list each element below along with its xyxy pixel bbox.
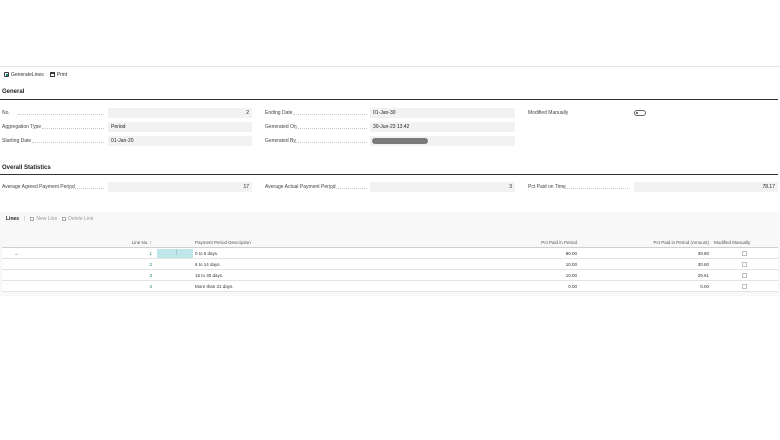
lines-toolbar-separator: |: [24, 216, 26, 222]
avg-agreed-field: Average Agreed Payment Period: [2, 182, 104, 192]
generated-on-label: Generated On: [265, 122, 367, 132]
lines-title[interactable]: Lines: [6, 216, 19, 222]
col-header-line-no[interactable]: Line No. ↑: [102, 237, 152, 248]
generated-on-field: Generated On: [265, 122, 367, 132]
pct-paid-cell[interactable]: 10.00: [482, 270, 577, 281]
delete-line-icon: [62, 217, 67, 221]
starting-date-field: Starting Date: [2, 136, 104, 146]
lines-grid-header: Line No. ↑ Payment Period Description Pc…: [2, 237, 778, 248]
pct-paid-on-time-label: Pct Paid on Time: [528, 182, 630, 192]
overall-statistics-divider: [0, 174, 778, 175]
pct-paid-amount-cell[interactable]: 39.80: [592, 248, 709, 259]
modified-manually-label: Modified Manually: [528, 110, 569, 116]
modified-manually-toggle[interactable]: [634, 110, 646, 116]
col-header-pct-paid-amount[interactable]: Pct Paid in Period (Amount): [592, 237, 709, 248]
toggle-knob: [636, 112, 638, 114]
print-label: Print: [56, 71, 68, 78]
action-toolbar: GenerateLines Print: [4, 70, 67, 79]
modified-manually-checkbox[interactable]: [742, 284, 747, 289]
new-line-button[interactable]: New Line: [30, 216, 57, 222]
pct-paid-amount-cell[interactable]: 0.00: [592, 281, 709, 292]
table-row[interactable]: 4 More than 31 days. 0.00 0.00: [2, 281, 778, 292]
overall-statistics-title[interactable]: Overall Statistics: [2, 165, 51, 171]
ending-date-field: Ending Date: [265, 108, 367, 118]
avg-agreed-label: Average Agreed Payment Period: [2, 182, 104, 192]
generated-by-value[interactable]: [370, 136, 515, 146]
printer-icon: [49, 72, 55, 77]
delete-line-button[interactable]: Delete Line: [62, 216, 94, 222]
avg-actual-value[interactable]: 3: [370, 182, 515, 192]
description-cell[interactable]: 15 to 30 days.: [195, 270, 395, 281]
description-cell[interactable]: 6 to 14 days.: [195, 259, 395, 270]
pct-paid-amount-cell[interactable]: 30.60: [592, 259, 709, 270]
modified-manually-checkbox[interactable]: [742, 262, 747, 267]
modified-manually-checkbox[interactable]: [742, 251, 747, 256]
line-no-cell[interactable]: 1: [102, 248, 152, 259]
pct-paid-on-time-field: Pct Paid on Time: [528, 182, 630, 192]
table-row[interactable]: 2 6 to 14 days. 10.00 30.60: [2, 259, 778, 270]
description-cell[interactable]: More than 31 days.: [195, 281, 395, 292]
table-row[interactable]: 3 15 to 30 days. 10.00 29.61: [2, 270, 778, 281]
ending-date-label: Ending Date: [265, 108, 367, 118]
lines-grid: Line No. ↑ Payment Period Description Pc…: [2, 237, 778, 292]
delete-line-label: Delete Line: [68, 216, 94, 222]
redacted-user-bar: [372, 138, 428, 144]
col-header-description[interactable]: Payment Period Description: [195, 237, 315, 248]
new-line-label: New Line: [36, 216, 58, 222]
generated-by-label: Generated By: [265, 136, 367, 146]
row-menu-icon[interactable]: ⋮: [174, 248, 179, 259]
no-value[interactable]: 2: [108, 108, 252, 118]
col-header-pct-paid[interactable]: Pct Paid in Period: [482, 237, 577, 248]
print-button[interactable]: Print: [49, 71, 68, 78]
description-cell[interactable]: 0 to 5 days.: [195, 248, 395, 259]
line-no-cell[interactable]: 3: [102, 270, 152, 281]
pct-paid-cell[interactable]: 10.00: [482, 259, 577, 270]
pct-paid-on-time-value[interactable]: 78.17: [634, 182, 778, 192]
modified-manually-field: Modified Manually: [528, 108, 568, 118]
table-row[interactable]: → 1 ⋮ 0 to 5 days. 80.00 39.80: [2, 248, 778, 259]
line-no-cell[interactable]: 4: [102, 281, 152, 292]
new-line-icon: [30, 217, 35, 221]
avg-actual-label: Average Actual Payment Period: [265, 182, 367, 192]
generate-lines-icon: [4, 72, 9, 77]
col-header-modified-manually[interactable]: Modified Manually: [714, 237, 774, 248]
no-field: No.: [2, 108, 104, 118]
avg-actual-field: Average Actual Payment Period: [265, 182, 367, 192]
page-top-divider: [0, 66, 780, 67]
general-section-divider: [0, 99, 778, 100]
starting-date-input[interactable]: 01-Jan-20: [108, 136, 252, 146]
avg-agreed-value[interactable]: 17: [108, 182, 252, 192]
ending-date-input[interactable]: 01-Jan-30: [370, 108, 515, 118]
no-label: No.: [2, 108, 104, 118]
aggregation-type-select[interactable]: Period: [108, 122, 252, 132]
aggregation-type-field: Aggregation Type: [2, 122, 104, 132]
pct-paid-cell[interactable]: 0.00: [482, 281, 577, 292]
starting-date-label: Starting Date: [2, 136, 104, 146]
generated-by-field: Generated By: [265, 136, 367, 146]
line-no-cell[interactable]: 2: [102, 259, 152, 270]
general-section-title[interactable]: General: [2, 89, 24, 95]
pct-paid-amount-cell[interactable]: 29.61: [592, 270, 709, 281]
pct-paid-cell[interactable]: 80.00: [482, 248, 577, 259]
generate-lines-button[interactable]: GenerateLines: [4, 72, 44, 78]
aggregation-type-label: Aggregation Type: [2, 122, 104, 132]
lines-toolbar: Lines | New Line Delete Line: [6, 216, 94, 222]
modified-manually-checkbox[interactable]: [742, 273, 747, 278]
generate-lines-label: GenerateLines: [11, 71, 44, 78]
generated-on-value[interactable]: 30-Jun-23 13:42: [370, 122, 515, 132]
current-row-arrow-icon: →: [14, 251, 19, 256]
